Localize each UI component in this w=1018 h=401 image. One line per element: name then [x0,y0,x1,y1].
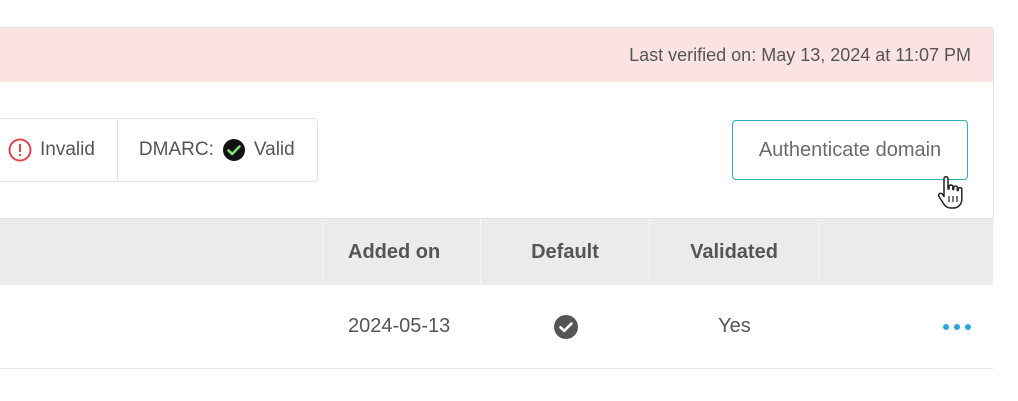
dot [943,323,949,330]
dmarc-label: DMARC: [138,139,214,160]
authenticate-domain-button[interactable]: Authenticate domain [732,120,968,180]
dns-status-invalid: Invalid [0,119,117,181]
check-circle-icon [553,314,578,339]
domain-card: Last verified on: May 13, 2024 at 11:07 … [0,27,994,219]
dmarc-status: DMARC: Valid [116,119,317,181]
column-header-default: Default [481,219,650,285]
column-header-domain [0,219,323,285]
cell-default [481,285,650,368]
warning-circle-icon [8,138,32,162]
dmarc-status-label: Valid [253,139,295,160]
table-row: 2024-05-13 Yes [0,285,993,369]
domain-settings-page: Last verified on: May 13, 2024 at 11:07 … [0,0,1018,401]
column-header-validated: Validated [650,219,819,285]
cell-validated: Yes [718,315,751,337]
column-header-actions [819,219,993,285]
dns-status-group: Invalid DMARC: Valid [0,118,318,182]
cell-actions [819,285,993,368]
dot [965,323,971,330]
cell-domain [0,285,323,368]
table-header: Added on Default Validated [0,219,993,285]
last-verified-text: Last verified on: May 13, 2024 at 11:07 … [629,44,971,65]
more-options-icon[interactable] [939,320,975,334]
dns-status-invalid-label: Invalid [40,139,95,160]
domains-table: Added on Default Validated 2024-05-13 Ye… [0,219,993,369]
column-header-added-on: Added on [323,219,481,285]
check-circle-icon [222,138,246,162]
cell-added-on: 2024-05-13 [348,315,451,337]
dot [954,323,960,330]
verification-alert-bar: Last verified on: May 13, 2024 at 11:07 … [0,28,993,82]
